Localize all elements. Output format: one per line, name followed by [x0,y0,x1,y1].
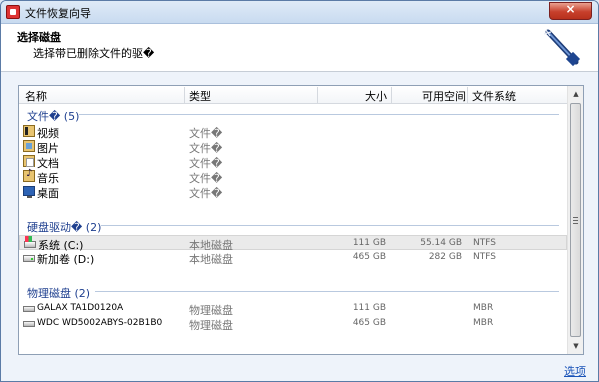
wizard-content: 名称 类型 大小 可用空间 文件系统 文件� (5) 视频 文件� 图片 [1,73,598,382]
disk-icon [23,321,35,327]
close-button[interactable]: × [549,2,592,20]
drive-row-selected[interactable]: 系统 (C:) 本地磁盘 111 GB 55.14 GB NTFS [19,235,567,250]
disk-row[interactable]: GALAX TA1D0120A 物理磁盘 111 GB MBR [19,301,567,316]
close-icon: × [550,2,591,16]
column-separator[interactable] [467,87,468,103]
wizard-header: 选择磁盘 选择带已删除文件的驱� [1,24,598,72]
column-separator[interactable] [317,87,318,103]
group-header-drives[interactable]: 硬盘驱动� (2) [27,219,101,235]
window-title: 文件恢复向导 [25,5,91,21]
group-divider [79,114,559,115]
group-header-files[interactable]: 文件� (5) [27,108,79,124]
item-file-system: NTFS [473,238,496,248]
disk-row[interactable]: WDC WD5002ABYS-02B1B0 物理磁盘 465 GB MBR [19,316,567,331]
item-type: 本地磁盘 [189,251,233,267]
column-name[interactable]: 名称 [25,88,47,104]
list-item[interactable]: 视频 文件� [19,124,567,139]
item-size: 465 GB [326,252,386,262]
column-free-space[interactable]: 可用空间 [422,88,466,104]
scroll-up-arrow-icon[interactable]: ▲ [568,86,584,102]
column-header: 名称 类型 大小 可用空间 文件系统 [19,86,567,104]
drive-icon [23,255,35,262]
column-separator[interactable] [184,87,185,103]
item-free-space: 282 GB [400,252,462,262]
item-free-space: 55.14 GB [400,238,462,248]
disk-icon [23,306,35,312]
scrollbar-thumb[interactable] [570,103,581,337]
group-header-physical[interactable]: 物理磁盘 (2) [27,285,90,301]
document-folder-icon [23,155,35,167]
column-size[interactable]: 大小 [365,88,387,104]
item-name: WDC WD5002ABYS-02B1B0 [37,318,162,328]
list-item[interactable]: 音乐 文件� [19,169,567,184]
scroll-down-arrow-icon[interactable]: ▼ [568,338,584,354]
grip-icon [573,217,578,224]
item-name: 桌面 [37,185,59,201]
list-item[interactable]: 桌面 文件� [19,184,567,199]
column-file-system[interactable]: 文件系统 [472,88,516,104]
item-file-system: MBR [473,303,493,313]
item-size: 465 GB [326,318,386,328]
list-item[interactable]: 图片 文件� [19,139,567,154]
music-folder-icon [23,170,35,182]
item-name: 新加卷 (D:) [37,251,94,267]
item-type: 物理磁盘 [189,317,233,333]
magic-wand-icon [542,28,582,68]
column-type[interactable]: 类型 [189,88,211,104]
title-bar[interactable]: 文件恢复向导 × [1,1,598,24]
item-file-system: MBR [473,318,493,328]
video-folder-icon [23,125,35,137]
page-title: 选择磁盘 [17,29,61,45]
group-divider [101,225,559,226]
column-separator[interactable] [391,87,392,103]
vertical-scrollbar[interactable]: ▲ ▼ [567,86,583,354]
group-divider [95,291,559,292]
options-link[interactable]: 选项 [564,363,586,379]
system-drive-icon [24,241,36,248]
item-size: 111 GB [326,303,386,313]
list-item[interactable]: 文档 文件� [19,154,567,169]
drive-row[interactable]: 新加卷 (D:) 本地磁盘 465 GB 282 GB NTFS [19,250,567,265]
app-icon [6,5,20,19]
page-subtitle: 选择带已删除文件的驱� [33,45,154,61]
item-file-system: NTFS [473,252,496,262]
file-recovery-wizard-window: 文件恢复向导 × 选择磁盘 选择带已删除文件的驱� 名称 类型 大小 可用空间 [0,0,599,382]
item-name: GALAX TA1D0120A [37,303,123,313]
disk-list[interactable]: 名称 类型 大小 可用空间 文件系统 文件� (5) 视频 文件� 图片 [18,85,584,355]
item-size: 111 GB [326,238,386,248]
item-type: 文件� [189,185,222,201]
picture-folder-icon [23,140,35,152]
desktop-icon [23,186,35,196]
